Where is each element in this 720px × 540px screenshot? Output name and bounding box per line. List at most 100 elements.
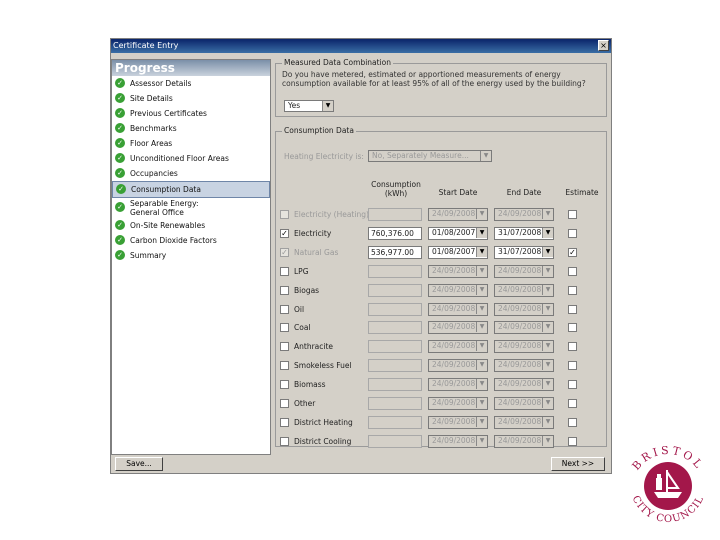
fuel-checkbox[interactable]: ✓	[280, 247, 289, 257]
progress-step[interactable]: ✓ Carbon Dioxide Factors	[112, 233, 270, 248]
fuel-label: Other	[294, 399, 316, 408]
consumption-row: District Heating 24/09/2008 ▼ 24/09/2008 ▼	[276, 415, 608, 429]
end-date-picker[interactable]: 24/09/2008 ▼	[494, 264, 554, 278]
start-date-picker[interactable]: 24/09/2008 ▼	[428, 264, 488, 278]
consumption-row: Coal 24/09/2008 ▼ 24/09/2008 ▼	[276, 321, 608, 335]
fuel-checkbox[interactable]	[280, 210, 289, 219]
consumption-input[interactable]	[368, 434, 422, 448]
consumption-input[interactable]	[368, 340, 422, 354]
consumption-input[interactable]	[368, 415, 422, 429]
progress-step[interactable]: ✓ On-Site Renewables	[112, 218, 270, 233]
start-date-picker[interactable]: 24/09/2008 ▼	[428, 340, 488, 354]
progress-step[interactable]: ✓ Summary	[112, 248, 270, 263]
consumption-input[interactable]	[368, 283, 422, 297]
estimate-checkbox[interactable]	[568, 228, 577, 238]
end-date-picker[interactable]: 24/09/2008 ▼	[494, 321, 554, 335]
fuel-checkbox[interactable]	[280, 361, 289, 371]
estimate-checkbox[interactable]	[568, 285, 577, 295]
consumption-input[interactable]	[368, 397, 422, 410]
progress-step[interactable]: ✓ Unconditioned Floor Areas	[112, 151, 270, 166]
fuel-label: Oil	[294, 304, 305, 314]
estimate-checkbox[interactable]	[568, 436, 577, 446]
close-button[interactable]: ×	[598, 40, 609, 51]
fuel-checkbox[interactable]	[280, 380, 289, 390]
fuel-checkbox[interactable]	[280, 266, 289, 276]
start-date-picker[interactable]: 24/09/2008 ▼	[428, 283, 488, 297]
heating-electricity-select[interactable]: No, Separately Measure... ▼	[368, 150, 492, 162]
chevron-down-icon: ▼	[476, 379, 487, 390]
progress-step[interactable]: ✓ Consumption Data	[112, 181, 270, 198]
chevron-down-icon: ▼	[476, 265, 487, 276]
estimate-checkbox[interactable]	[568, 304, 577, 314]
estimate-checkbox[interactable]	[568, 361, 577, 371]
chevron-down-icon: ▼	[476, 246, 487, 257]
end-date-picker[interactable]: 24/09/2008 ▼	[494, 378, 554, 392]
fuel-checkbox[interactable]	[280, 417, 289, 427]
progress-step[interactable]: ✓ Previous Certificates	[112, 106, 270, 121]
estimate-checkbox[interactable]	[568, 380, 577, 390]
start-date-picker[interactable]: 24/09/2008 ▼	[428, 397, 488, 410]
progress-step[interactable]: ✓ Floor Areas	[112, 136, 270, 151]
consumption-data-legend: Consumption Data	[282, 126, 356, 135]
next-button[interactable]: Next >>	[551, 457, 605, 471]
end-date-picker[interactable]: 24/09/2008 ▼	[494, 283, 554, 297]
start-date-picker[interactable]: 24/09/2008 ▼	[428, 302, 488, 316]
measured-answer-select[interactable]: Yes ▼	[284, 100, 334, 112]
end-date-picker[interactable]: 24/09/2008 ▼	[494, 397, 554, 410]
measured-data-legend: Measured Data Combination	[282, 58, 394, 67]
estimate-checkbox[interactable]	[568, 399, 577, 408]
estimate-checkbox[interactable]	[568, 342, 577, 352]
end-date-value: 24/09/2008	[498, 360, 542, 370]
estimate-checkbox[interactable]	[568, 323, 577, 333]
chevron-down-icon: ▼	[542, 416, 553, 427]
consumption-input[interactable]	[368, 208, 422, 221]
consumption-input[interactable]	[368, 321, 422, 335]
progress-step-label: On-Site Renewables	[130, 221, 206, 230]
estimate-checkbox[interactable]	[568, 210, 577, 219]
end-date-picker[interactable]: 24/09/2008 ▼	[494, 359, 554, 373]
fuel-checkbox[interactable]	[280, 285, 289, 295]
check-circle-icon: ✓	[115, 202, 125, 212]
end-date-picker[interactable]: 31/07/2008 ▼	[494, 245, 554, 259]
start-date-picker[interactable]: 24/09/2008 ▼	[428, 378, 488, 392]
start-date-picker[interactable]: 24/09/2008 ▼	[428, 359, 488, 373]
end-date-value: 24/09/2008	[498, 265, 542, 275]
consumption-input[interactable]	[368, 302, 422, 316]
start-date-picker[interactable]: 24/09/2008 ▼	[428, 434, 488, 448]
save-button[interactable]: Save...	[115, 457, 163, 471]
fuel-checkbox[interactable]	[280, 342, 289, 352]
end-date-picker[interactable]: 24/09/2008 ▼	[494, 434, 554, 448]
fuel-label: District Heating	[294, 417, 353, 427]
progress-step[interactable]: ✓ Occupancies	[112, 166, 270, 181]
consumption-input[interactable]	[368, 264, 422, 278]
fuel-checkbox[interactable]	[280, 399, 289, 408]
start-date-picker[interactable]: 24/09/2008 ▼	[428, 321, 488, 335]
consumption-input[interactable]: 536,977.00	[368, 245, 422, 259]
consumption-input[interactable]: 760,376.00	[368, 226, 422, 240]
end-date-picker[interactable]: 24/09/2008 ▼	[494, 415, 554, 429]
consumption-input[interactable]	[368, 378, 422, 392]
start-date-picker[interactable]: 01/08/2007 ▼	[428, 226, 488, 240]
fuel-checkbox[interactable]	[280, 436, 289, 446]
start-date-picker[interactable]: 24/09/2008 ▼	[428, 415, 488, 429]
chevron-down-icon: ▼	[542, 246, 553, 257]
end-date-picker[interactable]: 31/07/2008 ▼	[494, 226, 554, 240]
consumption-input[interactable]	[368, 359, 422, 373]
estimate-checkbox[interactable]	[568, 266, 577, 276]
start-date-picker[interactable]: 01/08/2007 ▼	[428, 245, 488, 259]
progress-step[interactable]: ✓ Benchmarks	[112, 121, 270, 136]
progress-step[interactable]: ✓ Assessor Details	[112, 76, 270, 91]
estimate-checkbox[interactable]: ✓	[568, 247, 577, 257]
check-circle-icon: ✓	[115, 220, 125, 230]
estimate-checkbox[interactable]	[568, 417, 577, 427]
progress-steps: ✓ Assessor Details ✓ Site Details ✓ Previous …	[112, 76, 270, 263]
start-date-picker[interactable]: 24/09/2008 ▼	[428, 208, 488, 221]
end-date-picker[interactable]: 24/09/2008 ▼	[494, 340, 554, 354]
fuel-checkbox[interactable]	[280, 323, 289, 333]
progress-step[interactable]: ✓ Separable Energy: General Office	[112, 198, 270, 218]
end-date-picker[interactable]: 24/09/2008 ▼	[494, 302, 554, 316]
fuel-checkbox[interactable]	[280, 304, 289, 314]
fuel-checkbox[interactable]: ✓	[280, 228, 289, 238]
progress-step[interactable]: ✓ Site Details	[112, 91, 270, 106]
end-date-picker[interactable]: 24/09/2008 ▼	[494, 208, 554, 221]
